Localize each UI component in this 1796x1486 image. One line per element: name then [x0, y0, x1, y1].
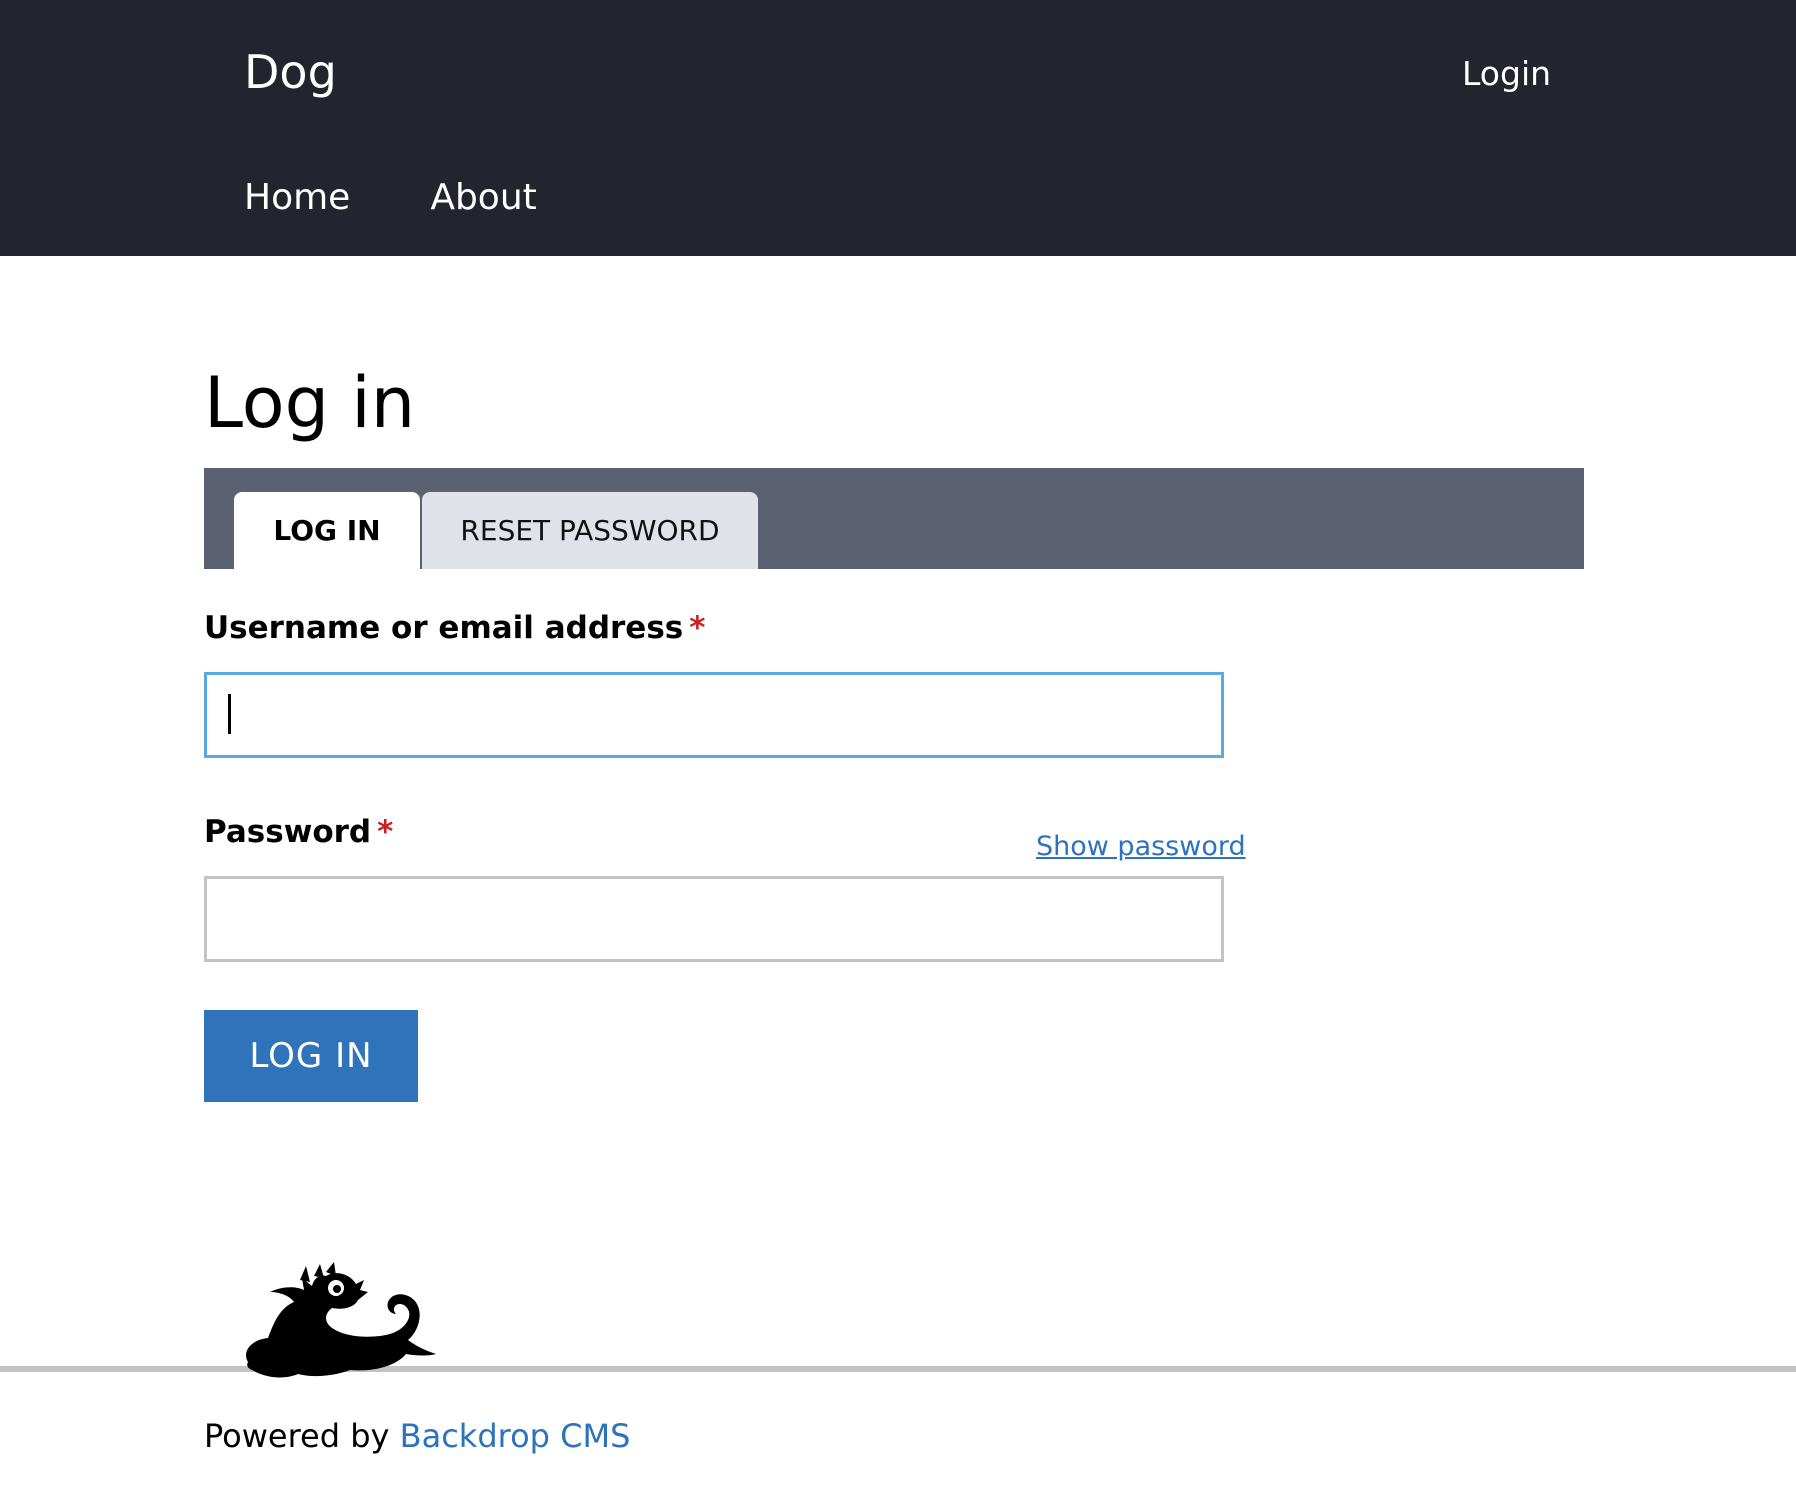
password-label-text: Password	[204, 814, 372, 850]
main-nav: Home About	[244, 176, 537, 220]
tab-log-in[interactable]: LOG IN	[234, 492, 420, 569]
nav-item-home[interactable]: Home	[244, 176, 350, 220]
tabs-bar: LOG IN RESET PASSWORD	[204, 468, 1584, 569]
text-cursor	[228, 694, 231, 734]
tab-reset-password[interactable]: RESET PASSWORD	[422, 492, 758, 569]
required-marker: *	[377, 814, 394, 850]
show-password-link[interactable]: Show password	[1036, 830, 1246, 864]
log-in-button[interactable]: LOG IN	[204, 1010, 418, 1102]
backdrop-cms-link[interactable]: Backdrop CMS	[400, 1417, 631, 1455]
page-title: Log in	[204, 362, 416, 444]
username-input[interactable]	[204, 672, 1224, 758]
powered-by-text: Powered by	[204, 1417, 390, 1455]
nav-item-about[interactable]: About	[430, 176, 536, 220]
backdrop-drop-mascot-icon	[246, 1262, 436, 1378]
username-label: Username or email address *	[204, 608, 705, 648]
username-label-text: Username or email address	[204, 610, 684, 646]
site-header: Dog Login Home About	[0, 0, 1796, 256]
footer-powered-by: Powered by Backdrop CMS	[204, 1416, 630, 1456]
site-name-link[interactable]: Dog	[244, 44, 337, 100]
password-input[interactable]	[204, 876, 1224, 962]
password-label: Password *	[204, 812, 393, 852]
login-link[interactable]: Login	[1462, 54, 1551, 94]
required-marker: *	[689, 610, 706, 646]
